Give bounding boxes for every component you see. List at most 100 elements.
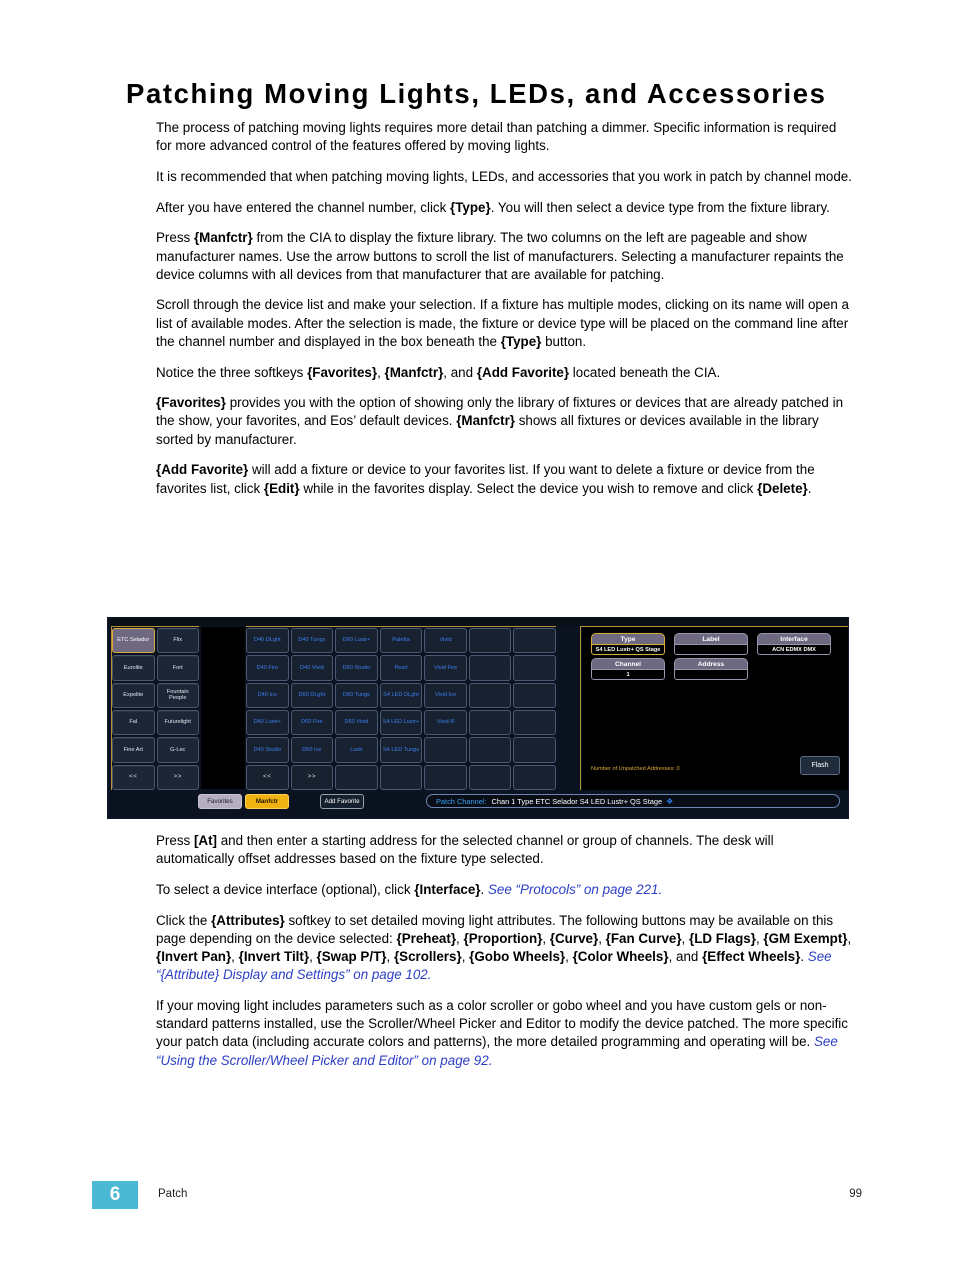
device-button[interactable]: D60 Fire [290,710,334,736]
device-button[interactable]: D40 DLght [246,628,289,654]
device-button[interactable]: D60 Tungs [335,682,378,708]
device-button-empty[interactable] [513,764,556,790]
device-button[interactable]: Vivid R [424,710,467,736]
device-button[interactable]: D40 Tungs [290,628,334,654]
device-button-empty[interactable] [468,737,512,763]
manufacturer-button-etc-selador[interactable]: ETC Selador [112,628,155,654]
body-text-top: The process of patching moving lights re… [156,119,852,510]
manufacturer-button-fal[interactable]: Fal [112,710,155,736]
console-top-strip [108,618,848,626]
device-button[interactable]: D60 Ice [290,737,334,763]
softkey-manfctr[interactable]: Manfctr [245,794,289,809]
device-button[interactable]: D40 Fire [246,655,289,681]
softkey-add-favorite[interactable]: Add Favorite [320,794,364,809]
device-button[interactable]: D40 Ice [246,682,289,708]
device-button-empty[interactable] [335,764,378,790]
body-text-bottom: Press [At] and then enter a starting add… [156,832,852,1082]
device-button-empty[interactable] [379,764,423,790]
paragraph: Click the {Attributes} softkey to set de… [156,912,852,983]
manufacturer-grid: ETC Selador Flix Eurolite Fort Expolite … [111,626,199,790]
device-button-empty[interactable] [468,710,512,736]
device-button[interactable]: Vivid Fire [424,655,467,681]
paragraph: Scroll through the device list and make … [156,297,849,349]
manufacturer-button-futurelight[interactable]: Futurelight [156,710,199,736]
paragraph: If your moving light includes parameters… [156,997,848,1068]
field-interface[interactable]: Interface ACN EDMX DMX [757,633,831,655]
paragraph: After you have entered the channel numbe… [156,199,830,215]
device-button-empty[interactable] [468,764,512,790]
command-line-text: Chan 1 Type ETC Selador S4 LED Lustr+ QS… [491,796,663,806]
device-button[interactable]: D60 Studio [335,655,378,681]
device-button[interactable]: S4 LED Tungs [379,737,423,763]
document-page: Patching Moving Lights, LEDs, and Access… [0,0,954,1272]
manufacturer-button-eurolite[interactable]: Eurolite [112,655,155,681]
panel-divider-vertical [580,626,581,790]
manufacturer-button-expolite[interactable]: Expolite [112,682,155,708]
device-button[interactable]: Pearl [379,655,423,681]
device-button-empty[interactable] [468,682,512,708]
manufacturer-page-prev-icon[interactable]: << [112,764,155,790]
device-page-next-icon[interactable]: >> [290,764,334,790]
device-button[interactable]: Vivid [424,628,467,654]
footer-chapter-number: 6 [92,1181,138,1209]
device-button-empty[interactable] [513,628,556,654]
device-button[interactable]: D40 Studio [246,737,289,763]
device-button-empty[interactable] [424,764,467,790]
field-address[interactable]: Address [674,658,748,680]
device-button-empty[interactable] [468,655,512,681]
manufacturer-button-flix[interactable]: Flix [156,628,199,654]
flash-button[interactable]: Flash [800,756,840,775]
field-channel[interactable]: Channel 1 [591,658,665,680]
command-line[interactable]: Patch Channel: Chan 1 Type ETC Selador S… [426,794,840,808]
command-line-cursor-icon: ❖ [666,796,674,806]
cross-reference-link[interactable]: See “Using the Scroller/Wheel Picker and… [156,1034,838,1067]
patch-detail-panel: Type S4 LED Lustr+ QS Stage Label Interf… [582,627,848,790]
device-grid: D40 DLght D40 Tungs D60 Lustr+ Paletta V… [246,626,556,790]
device-page-prev-icon[interactable]: << [246,764,289,790]
device-button[interactable]: S4 LED DLght [379,682,423,708]
device-button-empty[interactable] [424,737,467,763]
paragraph: Notice the three softkeys {Favorites}, {… [156,364,721,380]
footer-page-number: 99 [849,1188,862,1200]
manufacturer-page-next-icon[interactable]: >> [156,764,199,790]
field-type[interactable]: Type S4 LED Lustr+ QS Stage [591,633,665,655]
field-address-label: Address [674,658,748,669]
device-button[interactable]: S4 LED Lustr+ [379,710,423,736]
device-button[interactable]: D40 Lustr+ [246,710,289,736]
device-button-empty[interactable] [468,628,512,654]
unpatched-addresses-status: Number of Unpatched Addresses: 0 [591,766,680,772]
paragraph: Press {Manfctr} from the CIA to display … [156,230,844,282]
command-line-prefix: Patch Channel: [436,796,487,806]
eos-console-screenshot: ETC Selador Flix Eurolite Fort Expolite … [107,617,849,819]
field-channel-label: Channel [591,658,665,669]
manufacturer-button-fine-art[interactable]: Fine Art [112,737,155,763]
device-button[interactable]: D60 DLght [290,682,334,708]
field-interface-label: Interface [757,633,831,644]
softkey-favorites[interactable]: Favorites [198,794,242,809]
device-button[interactable]: D60 Lustr+ [335,628,378,654]
device-button-empty[interactable] [513,655,556,681]
device-button[interactable]: Lustr [335,737,378,763]
field-channel-value: 1 [591,669,665,680]
device-button[interactable]: D40 Vivid [290,655,334,681]
footer-chapter-label: Patch [158,1188,188,1200]
manufacturer-button-fort[interactable]: Fort [156,655,199,681]
field-address-value [674,669,748,680]
cross-reference-link[interactable]: See “Protocols” on page 221. [488,882,662,897]
paragraph: It is recommended that when patching mov… [156,168,852,184]
manufacturer-button-fountain-people[interactable]: Fountain People [156,682,199,708]
field-label[interactable]: Label [674,633,748,655]
device-button-empty[interactable] [513,710,556,736]
paragraph: {Add Favorite} will add a fixture or dev… [156,462,815,496]
device-button[interactable]: Vivid Ice [424,682,467,708]
device-button-empty[interactable] [513,737,556,763]
manufacturer-button-g-lec[interactable]: G-Lec [156,737,199,763]
paragraph: Press [At] and then enter a starting add… [156,833,774,867]
device-button[interactable]: Paletta [379,628,423,654]
device-button[interactable]: D60 Vivid [335,710,378,736]
paragraph: To select a device interface (optional),… [156,881,663,897]
column-gap [201,627,245,789]
paragraph: {Favorites} provides you with the option… [156,395,844,447]
field-label-value [674,644,748,655]
device-button-empty[interactable] [513,682,556,708]
